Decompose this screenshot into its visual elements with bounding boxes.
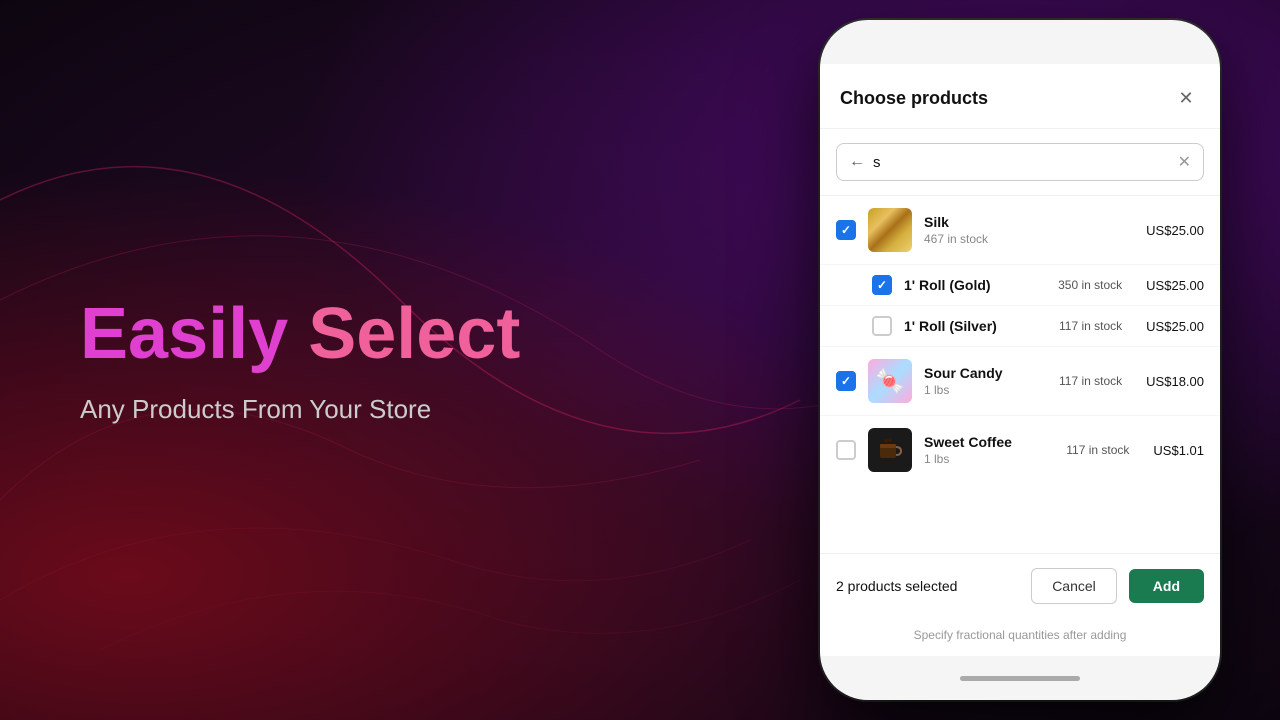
- product-name-sweet-coffee: Sweet Coffee: [924, 434, 1054, 450]
- search-input[interactable]: [873, 154, 1170, 171]
- product-image-sweet-coffee: [868, 428, 912, 472]
- variant-item-silk-silver: 1' Roll (Silver) 117 in stock US$25.00: [820, 306, 1220, 347]
- product-info-silk-silver: 1' Roll (Silver): [904, 318, 1047, 334]
- cancel-button[interactable]: Cancel: [1031, 568, 1117, 604]
- product-sub-sour-candy: 1 lbs: [924, 383, 1047, 397]
- back-icon[interactable]: ←: [849, 153, 865, 171]
- modal-title: Choose products: [840, 88, 988, 109]
- search-clear-icon[interactable]: ✕: [1178, 152, 1191, 172]
- checkbox-sweet-coffee[interactable]: [836, 440, 856, 460]
- left-content: Easily Select Any Products From Your Sto…: [80, 295, 520, 425]
- headline: Easily Select: [80, 295, 520, 374]
- product-sub-silk: 467 in stock: [924, 232, 1134, 246]
- product-info-sweet-coffee: Sweet Coffee 1 lbs: [924, 434, 1054, 466]
- modal-hint: Specify fractional quantities after addi…: [820, 618, 1220, 656]
- checkbox-silk-gold[interactable]: [872, 275, 892, 295]
- search-input-wrap: ← ✕: [836, 143, 1204, 181]
- product-name-silk: Silk: [924, 214, 1134, 230]
- search-area: ← ✕: [820, 129, 1220, 196]
- variant-item-silk-gold: 1' Roll (Gold) 350 in stock US$25.00: [820, 265, 1220, 306]
- product-sub-sweet-coffee: 1 lbs: [924, 452, 1054, 466]
- product-price-sweet-coffee: US$1.01: [1153, 443, 1204, 458]
- product-price-silk-silver: US$25.00: [1146, 319, 1204, 334]
- product-image-silk: [868, 208, 912, 252]
- product-item-sweet-coffee: Sweet Coffee 1 lbs 117 in stock US$1.01: [820, 416, 1220, 484]
- headline-select: Select: [308, 294, 520, 374]
- product-list: Silk 467 in stock US$25.00 1' Roll (Gold…: [820, 196, 1220, 553]
- product-item-silk: Silk 467 in stock US$25.00: [820, 196, 1220, 265]
- product-name-silk-gold: 1' Roll (Gold): [904, 277, 1046, 293]
- product-price-silk: US$25.00: [1146, 223, 1204, 238]
- phone-status-bar: [820, 20, 1220, 64]
- add-button[interactable]: Add: [1129, 569, 1204, 603]
- product-stock-silk-silver: 117 in stock: [1059, 319, 1122, 333]
- phone-container: Choose products ✕ ← ✕ Silk: [820, 0, 1220, 720]
- modal-header: Choose products ✕: [820, 64, 1220, 129]
- product-info-sour-candy: Sour Candy 1 lbs: [924, 365, 1047, 397]
- phone-mockup: Choose products ✕ ← ✕ Silk: [820, 20, 1220, 700]
- product-info-silk-gold: 1' Roll (Gold): [904, 277, 1046, 293]
- product-price-sour-candy: US$18.00: [1146, 374, 1204, 389]
- modal-footer: 2 products selected Cancel Add: [820, 553, 1220, 618]
- product-stock-silk-gold: 350 in stock: [1058, 278, 1122, 292]
- product-item-sour-candy: 🍬 Sour Candy 1 lbs 117 in stock US$18.00: [820, 347, 1220, 416]
- close-button[interactable]: ✕: [1172, 84, 1200, 112]
- home-indicator: [960, 676, 1080, 681]
- selected-count: 2 products selected: [836, 578, 1019, 594]
- product-name-silk-silver: 1' Roll (Silver): [904, 318, 1047, 334]
- product-image-sour-candy: 🍬: [868, 359, 912, 403]
- product-name-sour-candy: Sour Candy: [924, 365, 1047, 381]
- modal: Choose products ✕ ← ✕ Silk: [820, 64, 1220, 656]
- product-info-silk: Silk 467 in stock: [924, 214, 1134, 246]
- checkbox-silk[interactable]: [836, 220, 856, 240]
- subheadline: Any Products From Your Store: [80, 394, 520, 425]
- checkbox-silk-silver[interactable]: [872, 316, 892, 336]
- phone-bottom-bar: [820, 656, 1220, 700]
- checkbox-sour-candy[interactable]: [836, 371, 856, 391]
- product-price-silk-gold: US$25.00: [1146, 278, 1204, 293]
- product-stock-sour-candy: 117 in stock: [1059, 374, 1122, 388]
- product-stock-sweet-coffee: 117 in stock: [1066, 443, 1129, 457]
- headline-easily: Easily: [80, 294, 288, 374]
